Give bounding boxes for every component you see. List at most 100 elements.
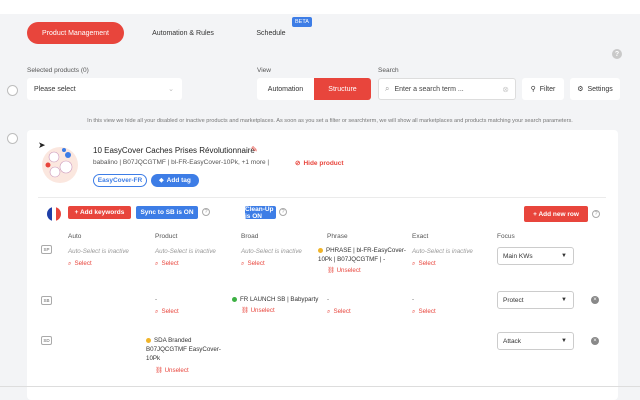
focus-value: Protect <box>503 296 524 304</box>
unselect-label: Unselect <box>250 307 275 314</box>
cleanup-toggle[interactable]: Clean-Up is ON <box>245 206 276 220</box>
info-text: In this view we hide all your disabled o… <box>87 118 573 124</box>
broad-inactive: Auto-Select is inactive <box>241 248 302 255</box>
row-badge-sd: SD <box>41 336 52 345</box>
chevron-down-icon: ⌄ <box>168 86 174 93</box>
select-link[interactable]: ⌕ Select <box>327 308 351 316</box>
clear-icon[interactable]: ⊗ <box>502 85 509 94</box>
unlink-icon: ⛓ <box>327 267 335 274</box>
product-title: 10 EasyCover Caches Prises Révolutionnai… <box>93 146 255 155</box>
mouse-cursor-icon: ➤ <box>38 140 46 150</box>
tab-product-management[interactable]: Product Management <box>27 22 124 44</box>
product-campaign: SDA Branded B07JQCGTMF EasyCover- 10Pk <box>146 336 221 363</box>
exact-inactive: Auto-Select is inactive <box>412 248 473 255</box>
product-line-1: SDA Branded <box>154 337 192 344</box>
add-tag-button[interactable]: ⬥ Add tag <box>151 174 199 187</box>
settings-button-label: Settings <box>587 85 613 93</box>
column-phrase: Phrase <box>327 233 348 240</box>
product-radio[interactable] <box>7 133 18 144</box>
focus-value: Main KWs <box>503 252 533 260</box>
select-label: Select <box>418 260 436 267</box>
gear-icon: ⚙ <box>577 86 584 93</box>
remove-row-icon[interactable]: × <box>591 337 599 345</box>
exact-empty: - <box>412 296 415 303</box>
column-focus: Focus <box>497 233 515 240</box>
selected-products-label: Selected products (0) <box>27 67 89 74</box>
select-link[interactable]: ⌕ Select <box>412 260 436 268</box>
divider <box>38 197 606 198</box>
unselect-link[interactable]: ⛓ Unselect <box>155 366 189 374</box>
select-label: Select <box>333 308 351 315</box>
help-icon[interactable]: ? <box>279 208 287 216</box>
status-dot <box>146 337 151 343</box>
broad-campaign-label: FR LAUNCH SB | Babyparty <box>240 296 319 303</box>
column-exact: Exact <box>412 233 429 240</box>
view-label: View <box>257 67 271 74</box>
phrase-campaign: PHRASE | bl-FR-EasyCover- 10Pk | B07JQCG… <box>318 246 406 264</box>
select-all-radio[interactable] <box>7 85 18 96</box>
select-link[interactable]: ⌕ Select <box>155 308 179 316</box>
search-input[interactable]: ⌕ Enter a search term ... ⊗ <box>378 78 516 100</box>
top-strip <box>0 0 640 14</box>
column-broad: Broad <box>241 233 259 240</box>
search-placeholder: Enter a search term ... <box>394 85 464 93</box>
product-inactive: Auto-Select is inactive <box>155 248 216 255</box>
focus-select[interactable]: Main KWs ▼ <box>497 247 574 265</box>
pencil-icon[interactable]: ✎ <box>251 145 258 154</box>
phrase-empty: - <box>327 296 330 303</box>
unlink-icon: ⛓ <box>241 307 249 314</box>
focus-select[interactable]: Protect ▼ <box>497 291 574 309</box>
row-badge-sb: SB <box>41 296 52 305</box>
product-select-dropdown[interactable]: Please select ⌄ <box>27 78 182 100</box>
help-icon[interactable]: ? <box>592 210 600 218</box>
product-select-value: Please select <box>34 85 76 93</box>
tag-pill[interactable]: EasyCover-FR <box>93 174 147 187</box>
phrase-line-1: PHRASE | bl-FR-EasyCover- <box>326 247 406 254</box>
status-dot <box>318 247 323 253</box>
broad-campaign: FR LAUNCH SB | Babyparty <box>232 295 318 304</box>
focus-select[interactable]: Attack ▼ <box>497 332 574 350</box>
unselect-label: Unselect <box>164 367 189 374</box>
add-new-row-button[interactable]: + Add new row <box>524 206 588 222</box>
help-icon[interactable]: ? <box>612 49 622 59</box>
select-link[interactable]: ⌕ Select <box>241 260 265 268</box>
search-icon: ⌕ <box>68 260 72 267</box>
row-badge-sp: SP <box>41 245 52 254</box>
filter-button[interactable]: ⚲ Filter <box>522 78 564 100</box>
chevron-down-icon: ▼ <box>561 297 567 303</box>
sync-sb-toggle[interactable]: Sync to SB is ON <box>136 206 198 219</box>
remove-row-icon[interactable]: × <box>591 296 599 304</box>
tab-schedule[interactable]: Schedule <box>246 22 296 44</box>
search-icon: ⌕ <box>155 260 159 267</box>
column-auto: Auto <box>68 233 82 240</box>
help-icon[interactable]: ? <box>202 208 210 216</box>
filter-icon: ⚲ <box>530 86 536 93</box>
filter-button-label: Filter <box>539 85 556 93</box>
settings-button[interactable]: ⚙ Settings <box>570 78 620 100</box>
select-label: Select <box>161 260 179 267</box>
select-link[interactable]: ⌕ Select <box>68 260 92 268</box>
view-structure-button[interactable]: Structure <box>314 78 371 100</box>
view-automation-button[interactable]: Automation <box>257 78 314 100</box>
search-icon: ⌕ <box>155 308 159 315</box>
search-label: Search <box>378 67 399 74</box>
unselect-link[interactable]: ⛓ Unselect <box>241 306 275 314</box>
search-icon: ⌕ <box>385 84 390 93</box>
product-line-3: 10Pk <box>146 355 161 362</box>
hide-product-link[interactable]: ⊘ Hide product <box>295 159 344 167</box>
tab-automation-rules[interactable]: Automation & Rules <box>140 22 226 44</box>
search-icon: ⌕ <box>412 260 416 267</box>
search-icon: ⌕ <box>327 308 331 315</box>
unlink-icon: ⛓ <box>155 367 163 374</box>
add-keywords-button[interactable]: + Add keywords <box>68 206 131 219</box>
select-link[interactable]: ⌕ Select <box>412 308 436 316</box>
chevron-down-icon: ▼ <box>561 338 567 344</box>
eye-slash-icon: ⊘ <box>295 160 301 167</box>
add-tag-label: Add tag <box>166 177 191 184</box>
auto-inactive: Auto-Select is inactive <box>68 248 129 255</box>
product-line-2: B07JQCGTMF EasyCover- <box>146 346 221 353</box>
select-link[interactable]: ⌕ Select <box>155 260 179 268</box>
divider <box>0 386 640 387</box>
unselect-link[interactable]: ⛓ Unselect <box>327 266 361 274</box>
beta-badge: BETA <box>292 17 312 27</box>
